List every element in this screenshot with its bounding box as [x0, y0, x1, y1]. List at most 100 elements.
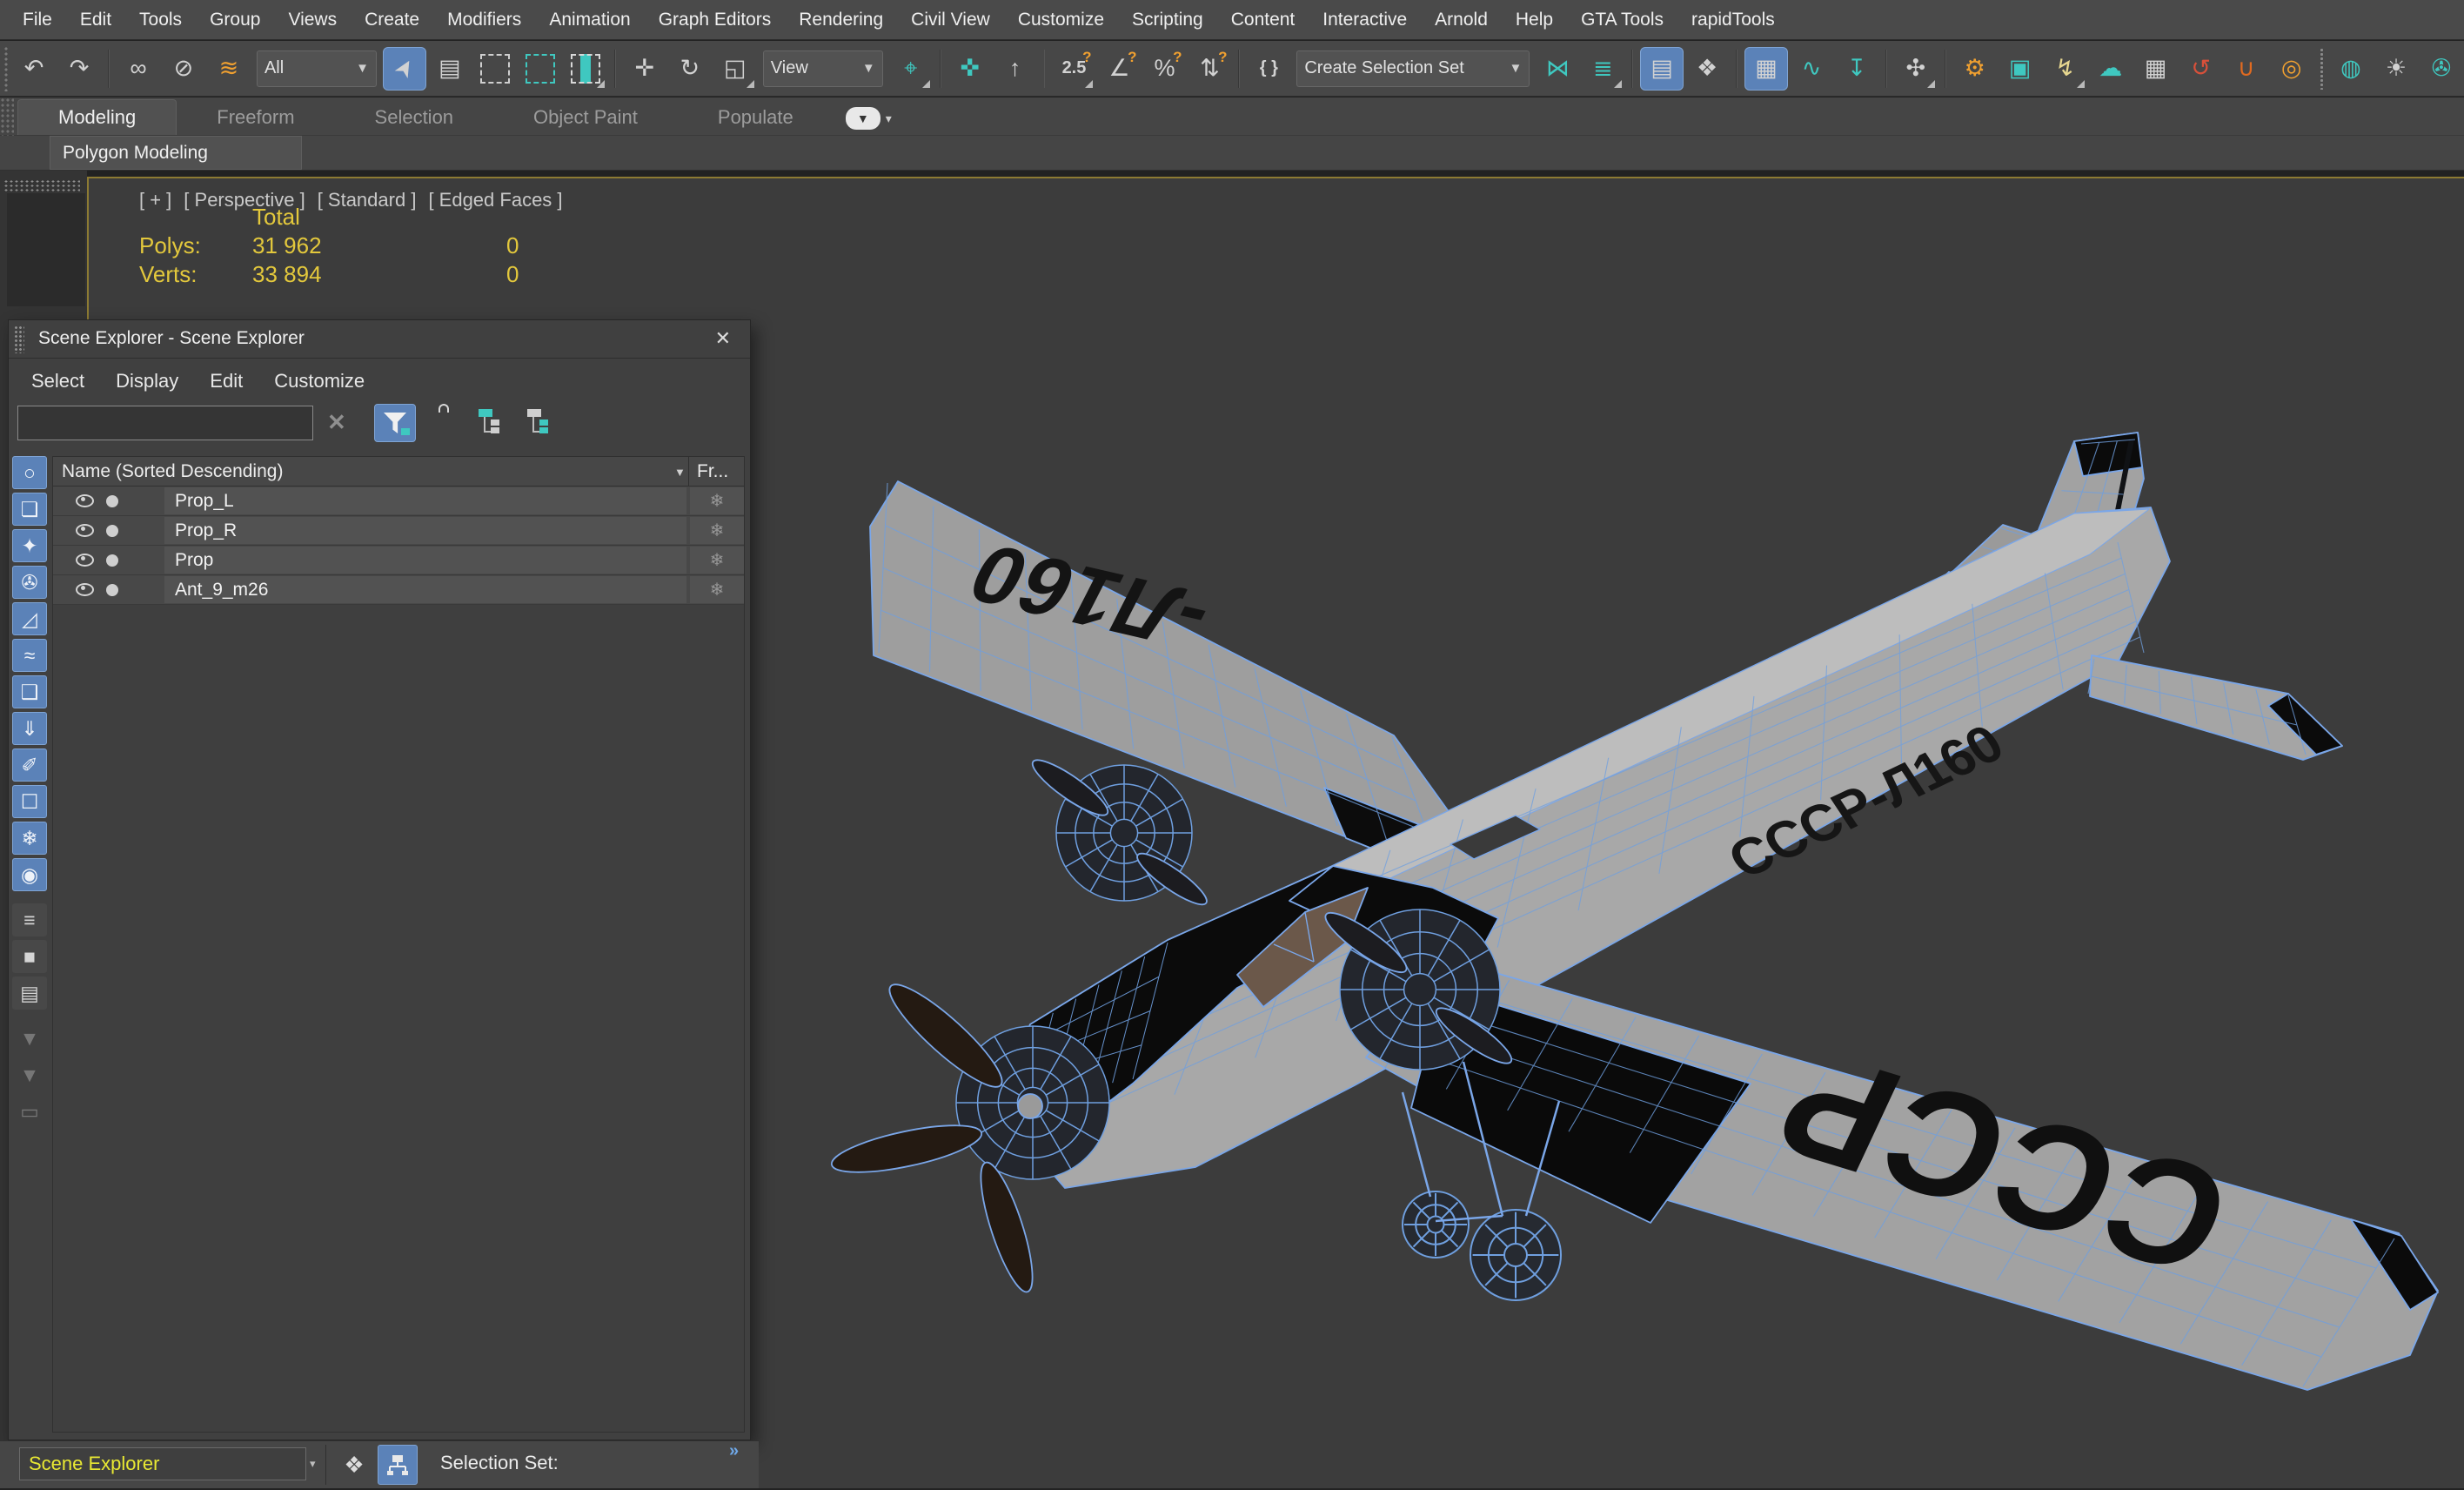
- object-name[interactable]: Ant_9_m26: [175, 580, 268, 601]
- select-and-rotate-icon[interactable]: ↻: [668, 47, 712, 91]
- create-camera-icon[interactable]: ✇: [2420, 47, 2463, 91]
- select-and-move-icon[interactable]: ✛: [623, 47, 666, 91]
- render-dot-icon[interactable]: [106, 583, 118, 596]
- display-bones-icon[interactable]: ✐: [12, 748, 47, 782]
- combo-caret-icon[interactable]: ▼: [1509, 61, 1522, 76]
- menu-help[interactable]: Help: [1502, 10, 1567, 30]
- crossing-selection-icon[interactable]: [519, 47, 562, 91]
- percent-snap-icon[interactable]: %: [1142, 47, 1186, 91]
- column-divider[interactable]: [688, 457, 689, 487]
- reference-coordinate-system-combo[interactable]: View ▼: [762, 50, 883, 87]
- tab-freeform[interactable]: Freeform: [177, 100, 334, 135]
- object-name[interactable]: Prop_R: [175, 520, 237, 541]
- display-dependents-icon[interactable]: ■: [12, 940, 47, 973]
- menu-arnold[interactable]: Arnold: [1421, 10, 1502, 30]
- frozen-column-header[interactable]: Fr...: [697, 461, 728, 482]
- create-sun-icon[interactable]: ☀: [2374, 47, 2418, 91]
- menu-interactive[interactable]: Interactive: [1309, 10, 1421, 30]
- sort-caret-icon[interactable]: ▼: [674, 466, 686, 479]
- use-pivot-point-center-icon[interactable]: ⌖: [889, 47, 933, 91]
- filter-funnel-button[interactable]: [374, 404, 416, 442]
- combo-caret-icon[interactable]: ▼: [356, 61, 369, 76]
- render-dot-icon[interactable]: [106, 554, 118, 567]
- snowflake-icon[interactable]: ❄: [710, 549, 725, 571]
- display-cameras-icon[interactable]: ✇: [12, 566, 47, 599]
- render-in-cloud-icon[interactable]: ☁: [2089, 47, 2133, 91]
- display-hidden-icon[interactable]: ◉: [12, 858, 47, 891]
- object-name[interactable]: Prop_L: [175, 491, 234, 512]
- display-helpers-icon[interactable]: ◿: [12, 602, 47, 635]
- create-light-icon[interactable]: ◍: [2329, 47, 2373, 91]
- plugin-blender-icon[interactable]: ◎: [2270, 47, 2313, 91]
- tab-object-paint[interactable]: Object Paint: [493, 100, 678, 135]
- menu-customize[interactable]: Customize: [1004, 10, 1118, 30]
- scene-explorer-titlebar[interactable]: Scene Explorer - Scene Explorer ✕: [9, 320, 750, 359]
- tab-selection[interactable]: Selection: [335, 100, 494, 135]
- rendered-frame-window-icon[interactable]: ▣: [1999, 47, 2042, 91]
- menu-tools[interactable]: Tools: [125, 10, 196, 30]
- row-frozen-cell[interactable]: ❄: [690, 517, 744, 544]
- spinner-snap-icon[interactable]: ⇅: [1188, 47, 1231, 91]
- polygon-modeling-panel-tab[interactable]: Polygon Modeling: [50, 136, 302, 170]
- rectangular-selection-region-icon[interactable]: [473, 47, 517, 91]
- visibility-eye-icon[interactable]: [76, 554, 94, 567]
- combo-caret-icon[interactable]: ▼: [862, 61, 875, 76]
- angle-snap-icon[interactable]: ∠: [1097, 47, 1141, 91]
- table-row[interactable]: ❄ Ant_9_m26: [53, 575, 744, 605]
- search-input[interactable]: [17, 406, 313, 440]
- explorer-menu-display[interactable]: Display: [100, 370, 194, 393]
- display-containers-icon[interactable]: ☐: [12, 785, 47, 818]
- mirror-icon[interactable]: ⋈: [1536, 47, 1579, 91]
- display-xrefs-icon[interactable]: ⇓: [12, 712, 47, 745]
- snowflake-icon[interactable]: ❄: [710, 579, 725, 601]
- object-name[interactable]: Prop: [175, 550, 213, 571]
- display-properties-icon[interactable]: ▤: [12, 977, 47, 1010]
- clear-search-icon[interactable]: ✕: [327, 409, 346, 436]
- ribbon-overflow-icon[interactable]: ▼: [845, 107, 880, 130]
- render-production-icon[interactable]: ↯: [2044, 47, 2087, 91]
- render-gallery-icon[interactable]: ▦: [2134, 47, 2178, 91]
- menu-graph-editors[interactable]: Graph Editors: [645, 10, 786, 30]
- select-by-name-icon[interactable]: ▤: [428, 47, 472, 91]
- near-stabilizer[interactable]: [2089, 654, 2343, 761]
- menu-rendering[interactable]: Rendering: [785, 10, 897, 30]
- explorer-menu-customize[interactable]: Customize: [258, 370, 380, 393]
- redo-icon[interactable]: ↷: [57, 47, 101, 91]
- menu-animation[interactable]: Animation: [535, 10, 644, 30]
- selection-filter-combo[interactable]: All ▼: [256, 50, 377, 87]
- model-ant-9[interactable]: СССР-Л160 -Л160 СССР: [828, 432, 2439, 1391]
- panel-grip[interactable]: [14, 326, 24, 353]
- undo-icon[interactable]: ↶: [12, 47, 56, 91]
- align-icon[interactable]: ≣: [1581, 47, 1624, 91]
- render-dot-icon[interactable]: [106, 524, 118, 537]
- toggle-scene-explorer-icon[interactable]: ▤: [1640, 46, 1684, 91]
- select-object-icon[interactable]: ➤: [382, 46, 426, 91]
- display-groups-icon[interactable]: ❑: [12, 675, 47, 708]
- render-dot-icon[interactable]: [106, 494, 118, 507]
- display-children-icon[interactable]: ≡: [12, 903, 47, 936]
- plugin-orange-icon[interactable]: ∪: [2225, 47, 2268, 91]
- select-and-manipulate-icon[interactable]: ✜: [948, 47, 992, 91]
- combo-caret-icon[interactable]: ▾: [310, 1457, 316, 1471]
- keyboard-shortcut-override-icon[interactable]: ↑: [994, 47, 1037, 91]
- display-lights-icon[interactable]: ✦: [12, 529, 47, 562]
- plugin-red-icon[interactable]: ↺: [2179, 47, 2223, 91]
- menu-group[interactable]: Group: [196, 10, 274, 30]
- close-icon[interactable]: ✕: [715, 327, 731, 350]
- bind-to-space-warp-icon[interactable]: ≋: [207, 47, 251, 91]
- window-selection-icon[interactable]: [564, 47, 607, 91]
- tab-modeling[interactable]: Modeling: [17, 99, 177, 135]
- flat-view-icon[interactable]: [527, 409, 555, 433]
- menu-civil-view[interactable]: Civil View: [897, 10, 1004, 30]
- menu-modifiers[interactable]: Modifiers: [433, 10, 535, 30]
- schematic-view-icon[interactable]: ✣: [1894, 47, 1938, 91]
- snowflake-icon[interactable]: ❄: [710, 490, 725, 512]
- menu-edit[interactable]: Edit: [66, 10, 125, 30]
- visibility-eye-icon[interactable]: [76, 524, 94, 537]
- display-shapes-icon[interactable]: ❏: [12, 493, 47, 526]
- layer-explorer-icon[interactable]: ❖: [334, 1445, 374, 1485]
- ribbon-overflow-caret-icon[interactable]: ▾: [886, 111, 892, 126]
- menu-rapidtools[interactable]: rapidTools: [1677, 10, 1789, 30]
- row-frozen-cell[interactable]: ❄: [690, 547, 744, 574]
- scene-explorer-toggle-icon[interactable]: [378, 1445, 418, 1485]
